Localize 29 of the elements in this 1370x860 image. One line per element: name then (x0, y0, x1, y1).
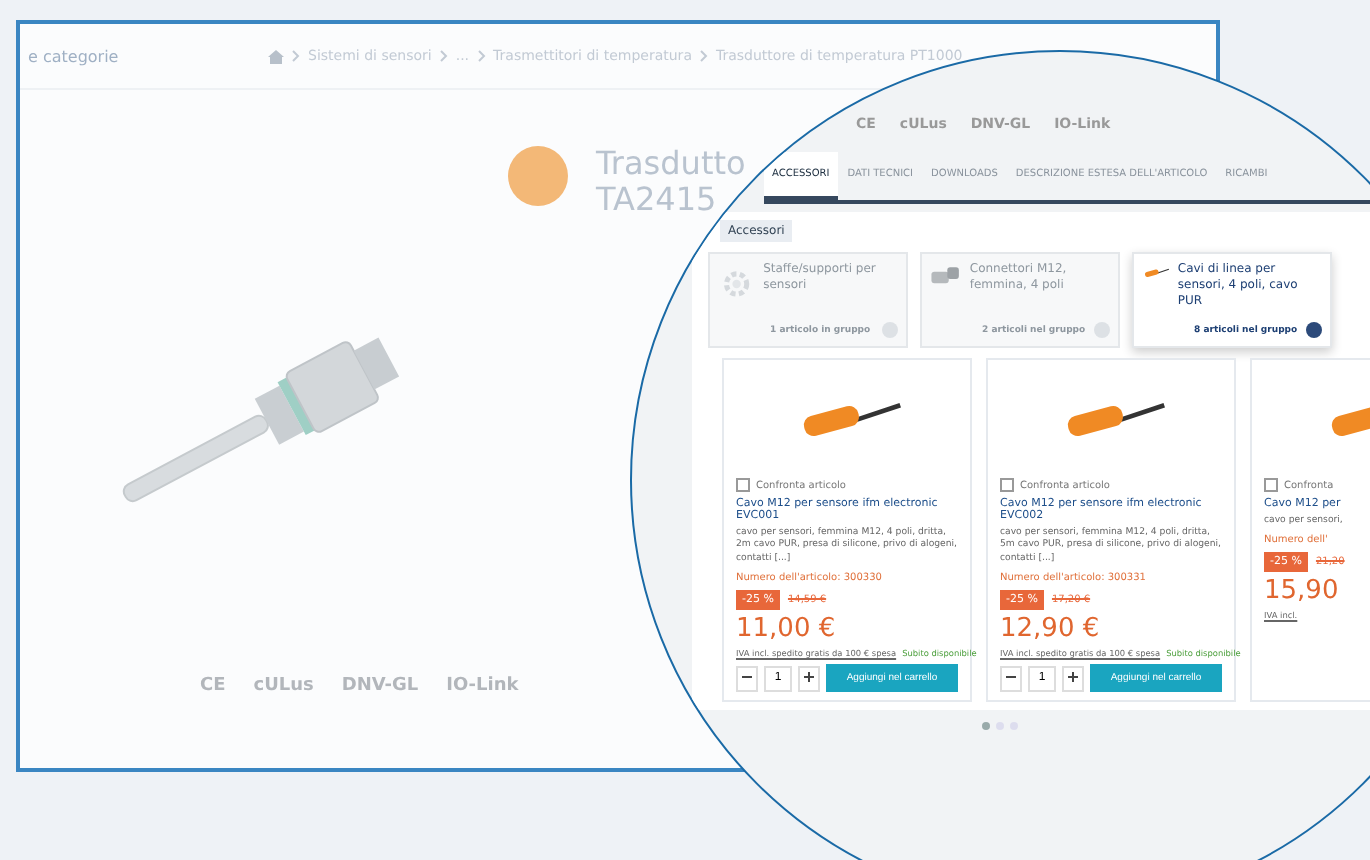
minus-icon (1006, 671, 1016, 682)
chevron-icon (292, 50, 300, 62)
product-title: Trasdutto TA2415 (596, 146, 746, 217)
plus-icon (804, 671, 814, 682)
toggle-icon[interactable] (1306, 322, 1322, 338)
minus-icon (742, 671, 752, 682)
plus-icon (1068, 671, 1078, 682)
chevron-icon (439, 50, 448, 62)
price: 12,90 € (1000, 616, 1102, 643)
page-dot[interactable] (982, 722, 990, 731)
certification-logo: CE (200, 676, 226, 696)
price: 15,90 (1264, 578, 1341, 605)
brand-logo (508, 146, 568, 206)
checkbox[interactable] (1264, 478, 1278, 492)
chevron-icon (477, 50, 486, 62)
chevron-icon (699, 50, 708, 62)
home-icon[interactable] (268, 49, 284, 63)
checkbox[interactable] (736, 478, 750, 492)
price: 11,00 € (736, 616, 838, 643)
minus-button[interactable] (736, 665, 758, 692)
certification-logo: cULus (253, 676, 314, 696)
plus-button[interactable] (798, 665, 820, 692)
toggle-icon[interactable] (1094, 322, 1110, 338)
toggle-icon[interactable] (882, 322, 898, 338)
certification-logo: DNV-GL (341, 676, 419, 696)
minus-button[interactable] (1000, 665, 1022, 692)
certification-logo: IO-Link (446, 676, 519, 696)
plus-button[interactable] (1062, 665, 1084, 692)
checkbox[interactable] (1000, 478, 1014, 492)
